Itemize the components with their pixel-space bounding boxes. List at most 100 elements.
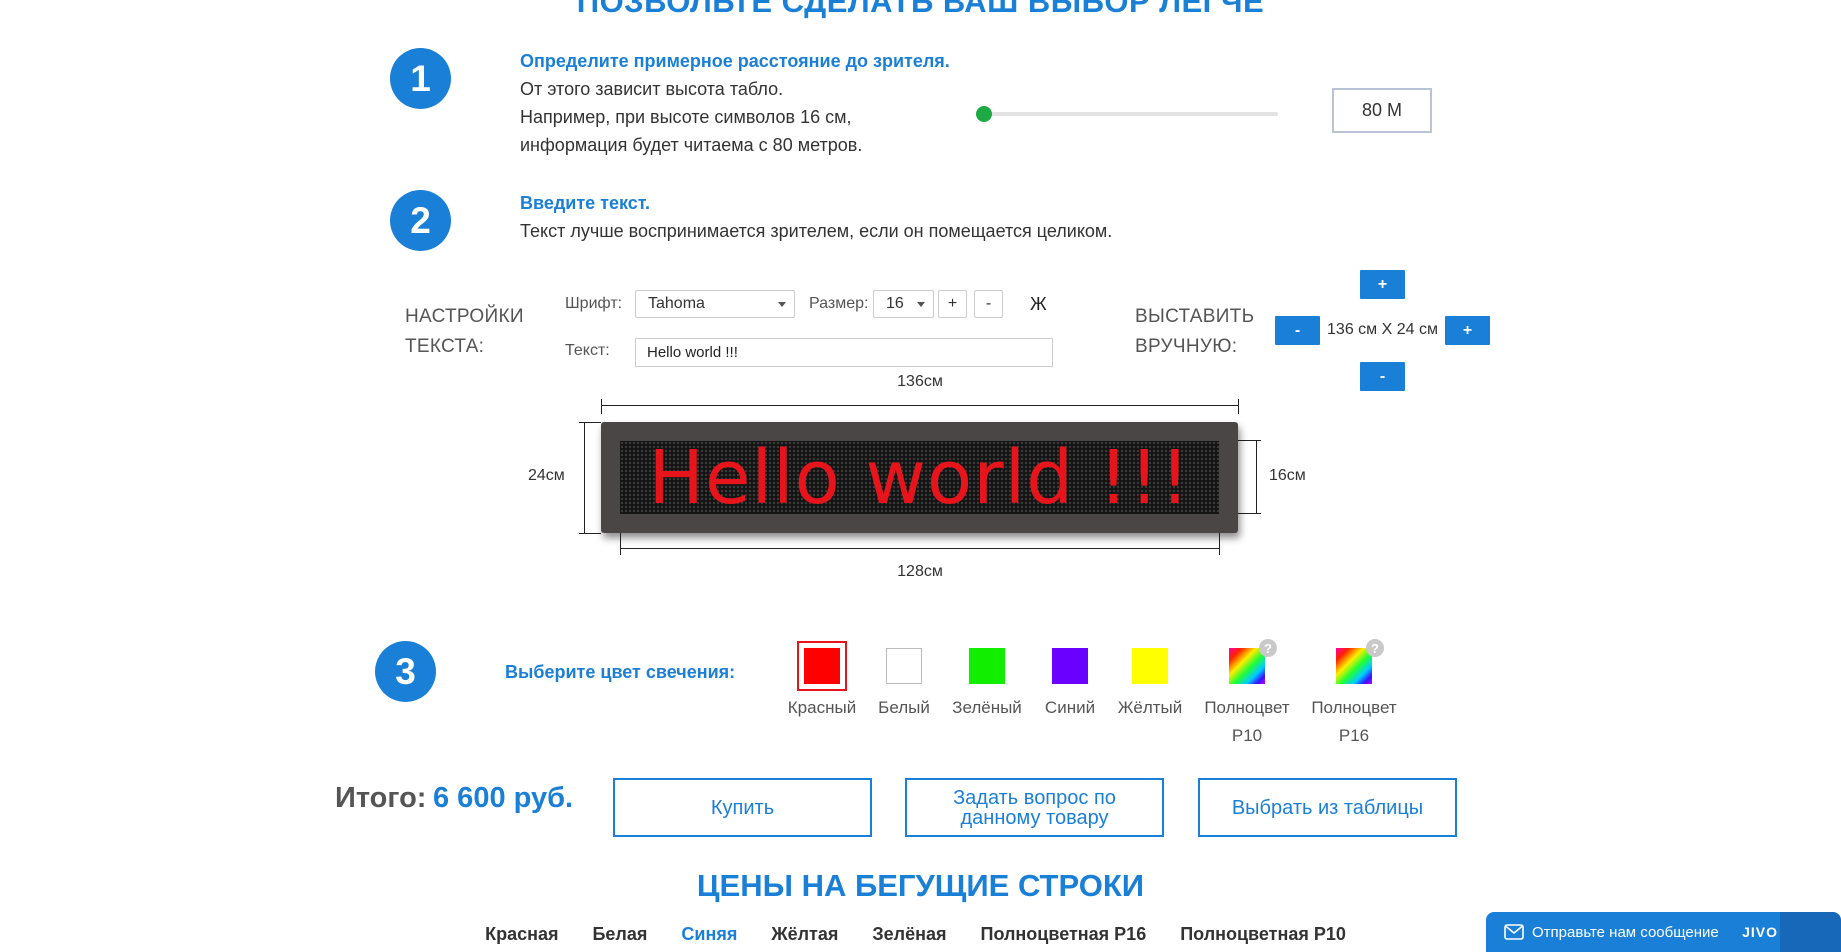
help-icon[interactable]: ? bbox=[1366, 639, 1384, 657]
text-settings-label-line-2: ТЕКСТА: bbox=[405, 336, 485, 357]
ask-question-button[interactable]: Задать вопрос по данному товару bbox=[905, 778, 1164, 837]
price-tab[interactable]: Зелёная bbox=[872, 924, 946, 945]
distance-value-field[interactable]: 80 М bbox=[1332, 88, 1432, 133]
width-dimension-tick-left bbox=[601, 399, 602, 414]
step-3-title: Выберите цвет свечения: bbox=[505, 662, 736, 682]
color-swatch bbox=[804, 648, 840, 684]
width-increase-button[interactable]: + bbox=[1445, 316, 1490, 345]
height-dimension-line bbox=[584, 422, 585, 534]
color-swatch bbox=[886, 648, 922, 684]
color-swatch bbox=[1336, 648, 1372, 684]
inner-width-tick-left bbox=[620, 533, 621, 555]
step-2-badge: 2 bbox=[390, 190, 451, 251]
font-label: Шрифт: bbox=[565, 295, 623, 312]
price-tab[interactable]: Красная bbox=[485, 924, 558, 945]
text-label: Текст: bbox=[565, 342, 610, 359]
color-swatch-frame[interactable] bbox=[797, 641, 847, 691]
width-dimension-tick-right bbox=[1238, 399, 1239, 414]
step-2-title: Введите текст. bbox=[520, 193, 650, 213]
font-select-value: Tahoma bbox=[648, 295, 705, 312]
message-icon bbox=[1504, 924, 1524, 940]
char-height-tick-bottom bbox=[1238, 513, 1261, 514]
color-label-line-2: P10 bbox=[1231, 726, 1263, 745]
char-height-tick-top bbox=[1238, 440, 1261, 441]
prices-section-title: ЦЕНЫ НА БЕГУЩИЕ СТРОКИ bbox=[696, 868, 1145, 903]
color-label-line-2: P16 bbox=[1338, 726, 1370, 745]
ask-question-line-1: Задать вопрос по bbox=[953, 786, 1116, 809]
char-height-dimension-line bbox=[1256, 440, 1257, 514]
total-price: 6 600 руб. bbox=[433, 782, 574, 814]
color-label: Полноцвет bbox=[1311, 698, 1397, 717]
step-1-badge: 1 bbox=[390, 48, 451, 109]
inner-width-tick-right bbox=[1219, 533, 1220, 555]
color-tabs-row: Красная Белая Синяя Жёлтая Зелёная Полноцветн… bbox=[485, 924, 1346, 945]
preview-width-label: 136см bbox=[897, 373, 943, 390]
manual-size-display: 136 см X 24 см bbox=[1327, 321, 1438, 338]
color-label: Полноцвет bbox=[1204, 698, 1290, 717]
color-swatch bbox=[1132, 648, 1168, 684]
price-tab[interactable]: Полноцветная P16 bbox=[981, 924, 1147, 945]
height-increase-button[interactable]: + bbox=[1360, 270, 1405, 299]
color-swatch-frame[interactable] bbox=[879, 641, 929, 691]
led-panel-preview: Hello world !!! bbox=[601, 422, 1238, 533]
choose-from-table-button[interactable]: Выбрать из таблицы bbox=[1198, 778, 1457, 837]
buy-button[interactable]: Купить bbox=[613, 778, 872, 837]
step-1-line-2: Например, при высоте символов 16 см, bbox=[520, 107, 852, 127]
step-3-badge: 3 bbox=[375, 641, 436, 702]
width-decrease-button[interactable]: - bbox=[1275, 316, 1320, 345]
slider-track bbox=[984, 112, 1278, 116]
help-icon[interactable]: ? bbox=[1259, 639, 1277, 657]
height-dimension-tick-top bbox=[579, 422, 601, 423]
distance-slider[interactable] bbox=[976, 104, 1278, 124]
ask-question-line-2: данному товару bbox=[960, 806, 1109, 829]
text-settings-label-line-1: НАСТРОЙКИ bbox=[405, 306, 524, 327]
manual-size-label-line-1: ВЫСТАВИТЬ bbox=[1135, 306, 1255, 327]
chevron-down-icon bbox=[778, 302, 786, 307]
inner-width-label: 128см bbox=[897, 563, 943, 580]
step-2-description: Текст лучше воспринимается зрителем, есл… bbox=[520, 221, 1113, 241]
slider-thumb[interactable] bbox=[976, 106, 992, 122]
page-heading: ПОЗВОЛЬТЕ СДЕЛАТЬ ВАШ ВЫБОР ЛЕГЧЕ bbox=[576, 0, 1265, 19]
chevron-down-icon bbox=[917, 302, 925, 307]
font-select[interactable]: Tahoma bbox=[635, 290, 795, 318]
chat-widget-corner bbox=[1780, 912, 1841, 952]
color-label: Белый bbox=[878, 698, 930, 717]
color-swatch bbox=[969, 648, 1005, 684]
price-tab[interactable]: Синяя bbox=[681, 924, 737, 945]
width-dimension-line bbox=[601, 405, 1238, 406]
color-label: Красный bbox=[787, 698, 857, 717]
color-swatch-frame[interactable] bbox=[1045, 641, 1095, 691]
led-display-text: Hello world !!! bbox=[648, 441, 1191, 514]
color-label: Синий bbox=[1044, 698, 1096, 717]
char-height-label: 16см bbox=[1269, 467, 1306, 484]
size-select-value: 16 bbox=[886, 295, 904, 312]
jivo-logo: JIVO bbox=[1742, 924, 1778, 940]
manual-size-label-line-2: ВРУЧНУЮ: bbox=[1135, 336, 1238, 357]
color-label: Зелёный bbox=[952, 698, 1022, 717]
preview-height-label: 24см bbox=[528, 467, 565, 484]
height-dimension-tick-bottom bbox=[579, 533, 601, 534]
total-label: Итого: bbox=[335, 782, 427, 814]
step-1-line-1: От этого зависит высота табло. bbox=[520, 79, 784, 99]
color-swatch-frame[interactable] bbox=[962, 641, 1012, 691]
price-tab[interactable]: Белая bbox=[592, 924, 647, 945]
inner-width-dimension-line bbox=[620, 548, 1220, 549]
size-label: Размер: bbox=[809, 295, 869, 312]
color-swatch bbox=[1052, 648, 1088, 684]
step-1-title: Определите примерное расстояние до зрите… bbox=[520, 51, 950, 71]
color-label: Жёлтый bbox=[1117, 698, 1183, 717]
price-tab[interactable]: Жёлтая bbox=[771, 924, 838, 945]
text-input[interactable]: Hello world !!! bbox=[635, 338, 1053, 367]
chat-widget[interactable]: Отправьте нам сообщение JIVO bbox=[1486, 912, 1808, 952]
led-matrix: Hello world !!! bbox=[620, 441, 1219, 514]
size-select[interactable]: 16 bbox=[873, 290, 934, 318]
font-size-increase-button[interactable]: + bbox=[938, 290, 967, 318]
color-swatch-frame[interactable] bbox=[1125, 641, 1175, 691]
color-swatch bbox=[1229, 648, 1265, 684]
bold-toggle-button[interactable]: Ж bbox=[1030, 294, 1047, 315]
chat-widget-text: Отправьте нам сообщение bbox=[1532, 923, 1719, 941]
step-1-line-3: информация будет читаема с 80 метров. bbox=[520, 135, 863, 155]
price-tab[interactable]: Полноцветная P10 bbox=[1180, 924, 1346, 945]
font-size-decrease-button[interactable]: - bbox=[974, 290, 1003, 318]
height-decrease-button[interactable]: - bbox=[1360, 362, 1405, 391]
